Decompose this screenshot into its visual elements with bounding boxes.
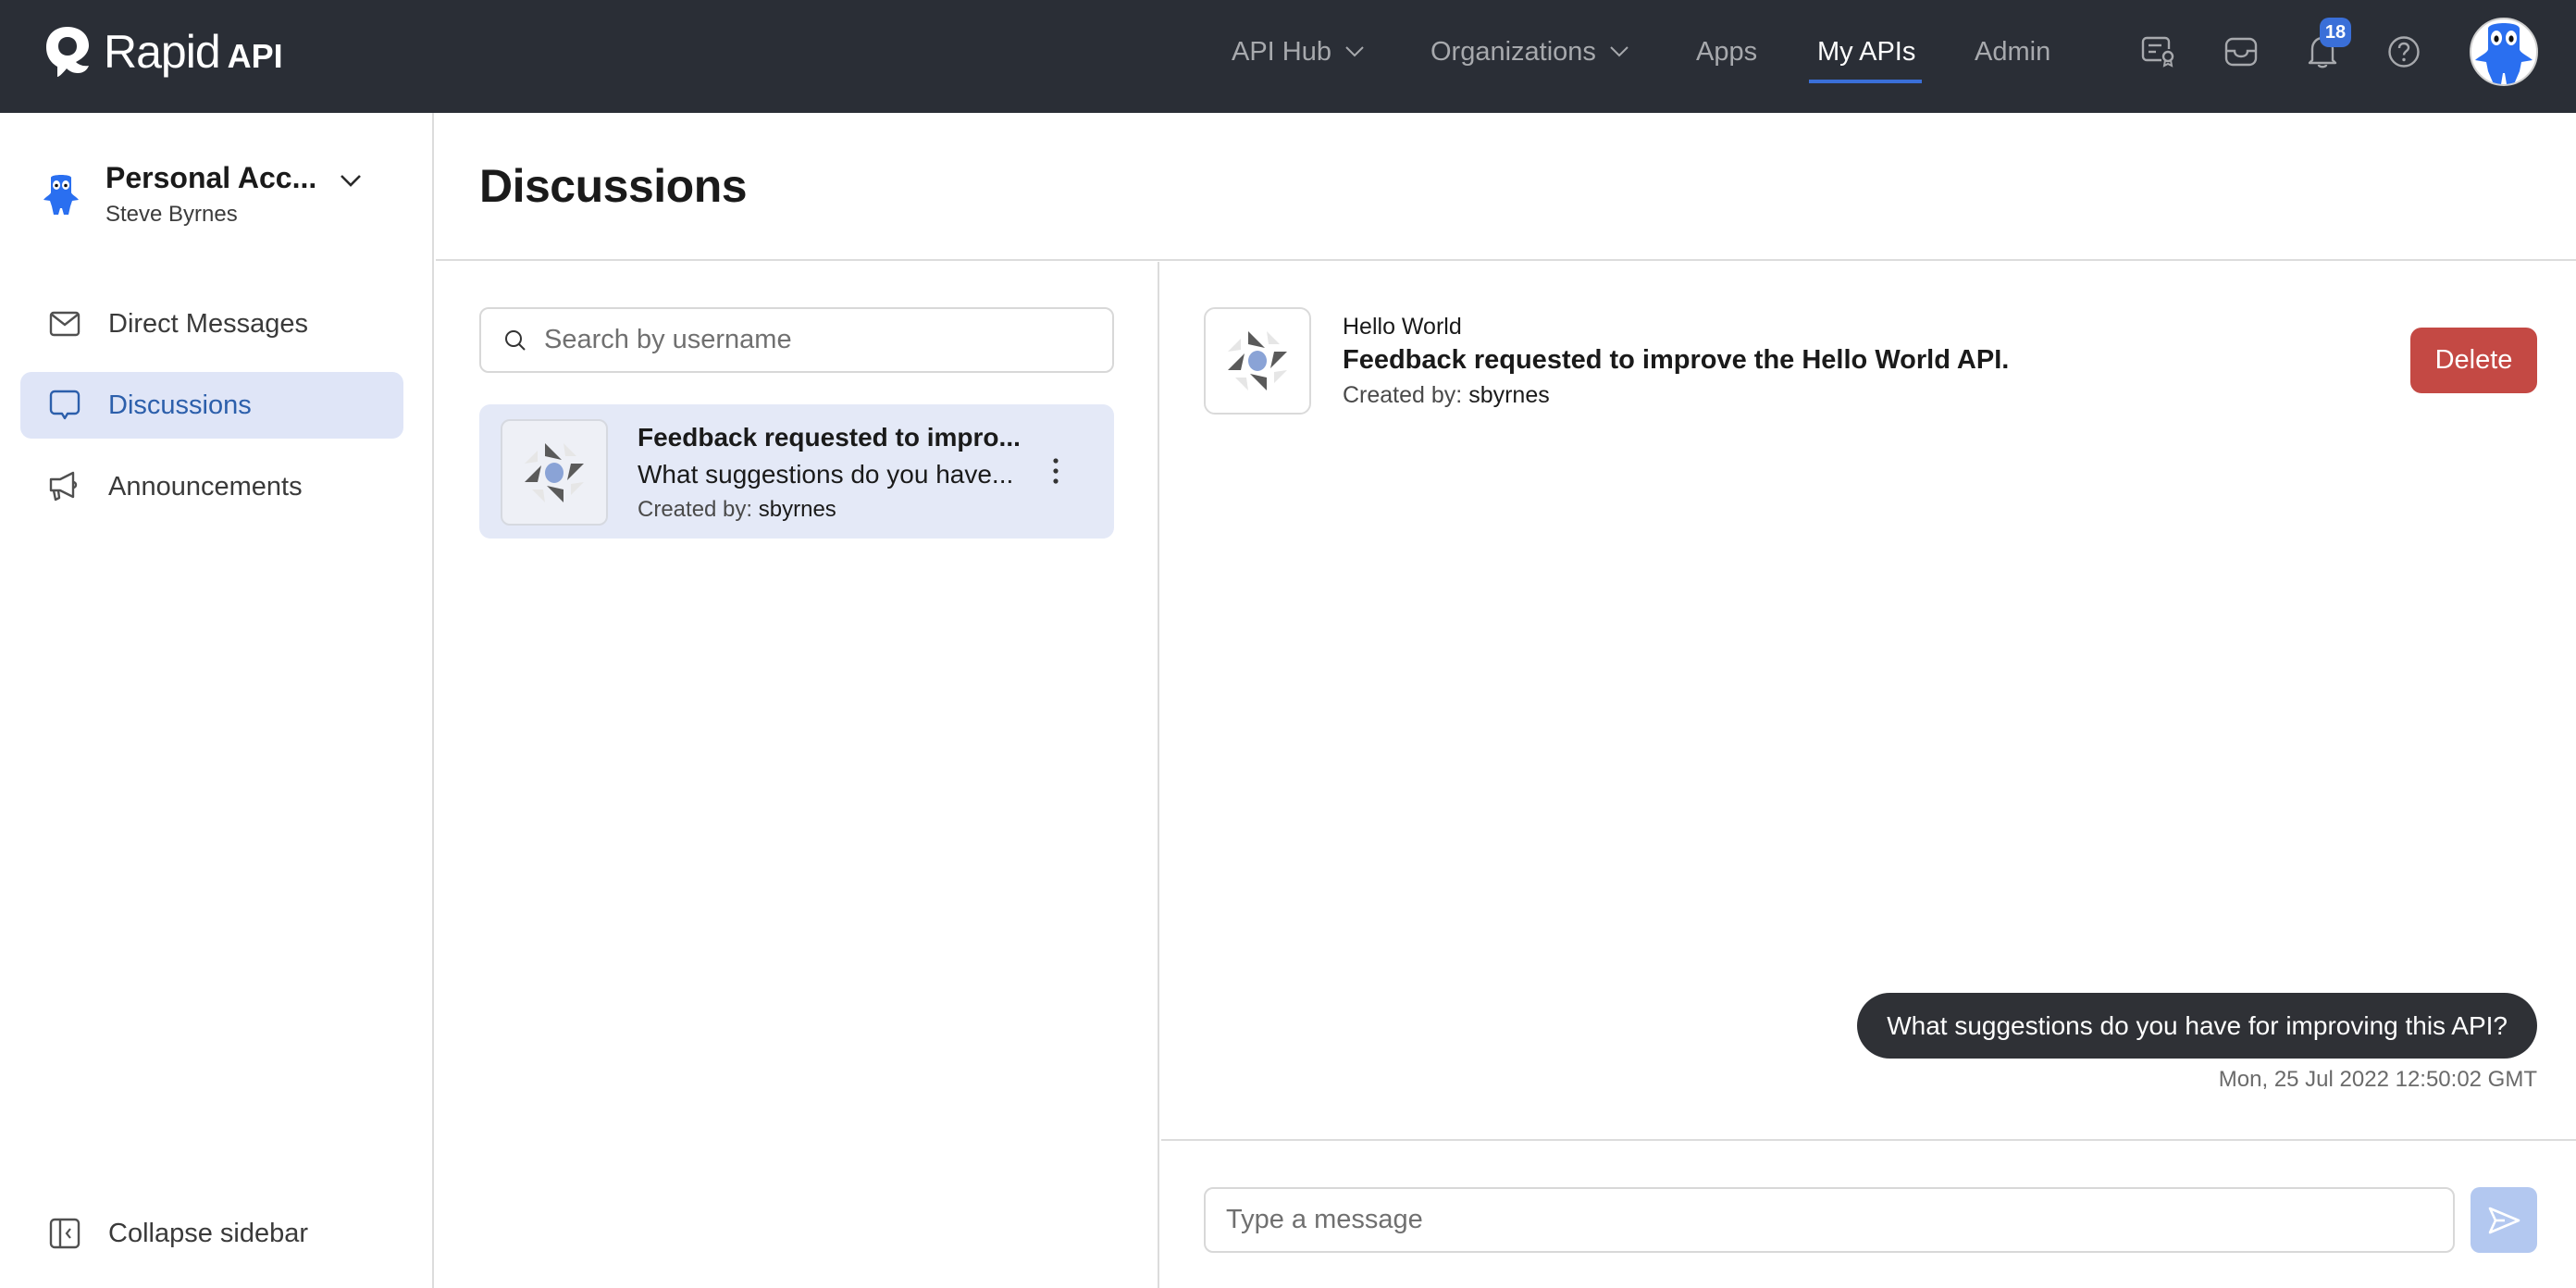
nav-my-apis[interactable]: My APIs bbox=[1817, 31, 1915, 72]
rapidapi-logo-icon bbox=[46, 27, 89, 77]
nav-api-hub-label: API Hub bbox=[1232, 36, 1331, 67]
message-composer bbox=[1161, 1139, 2576, 1288]
rapidapi-logo[interactable]: Rapid API bbox=[44, 24, 283, 80]
hello-world-api-logo-icon bbox=[525, 442, 584, 502]
chat-bubble-icon bbox=[48, 389, 81, 422]
account-user-name: Steve Byrnes bbox=[105, 202, 238, 227]
collapse-sidebar-button[interactable]: Collapse sidebar bbox=[20, 1200, 403, 1267]
help-icon bbox=[2388, 36, 2420, 68]
created-by-label: Created by: bbox=[638, 497, 753, 522]
megaphone-icon bbox=[48, 470, 81, 503]
brand-suffix: API bbox=[227, 37, 283, 75]
send-message-button[interactable] bbox=[2471, 1187, 2537, 1253]
chevron-down-icon bbox=[341, 175, 361, 187]
created-by-username: sbyrnes bbox=[1468, 382, 1550, 408]
collapse-sidebar-icon bbox=[48, 1217, 81, 1250]
discussion-preview: What suggestions do you have... bbox=[638, 460, 1014, 489]
account-mascot-icon bbox=[43, 175, 79, 215]
certificate-button[interactable] bbox=[2140, 33, 2177, 70]
message-input[interactable] bbox=[1204, 1187, 2455, 1253]
sidebar-item-label: Announcements bbox=[108, 471, 303, 502]
page-title: Discussions bbox=[479, 160, 748, 212]
inbox-icon bbox=[2224, 37, 2258, 67]
mascot-avatar-icon bbox=[2475, 23, 2533, 84]
nav-admin[interactable]: Admin bbox=[1975, 31, 2050, 72]
sidebar-item-direct-messages[interactable]: Direct Messages bbox=[20, 291, 403, 357]
nav-apps-label: Apps bbox=[1696, 36, 1758, 67]
search-input[interactable] bbox=[544, 325, 1099, 355]
brand-name: Rapid bbox=[104, 26, 221, 78]
account-name: Personal Acc... bbox=[105, 161, 317, 194]
message-bubble: What suggestions do you have for improvi… bbox=[1857, 993, 2537, 1059]
discussion-detail-title: Feedback requested to improve the Hello … bbox=[1343, 345, 2010, 375]
discussion-title: Feedback requested to impro... bbox=[638, 423, 1021, 452]
nav-organizations-label: Organizations bbox=[1430, 36, 1596, 67]
help-button[interactable] bbox=[2385, 33, 2422, 70]
notification-count-badge: 18 bbox=[2320, 18, 2351, 47]
account-switcher[interactable]: Personal Acc... Steve Byrnes bbox=[43, 157, 413, 231]
sidebar-item-label: Discussions bbox=[108, 390, 252, 420]
created-by-label: Created by: bbox=[1343, 382, 1463, 408]
discussion-list-item[interactable]: Feedback requested to impro... What sugg… bbox=[479, 404, 1114, 539]
nav-api-hub[interactable]: API Hub bbox=[1232, 31, 1365, 72]
send-icon bbox=[2488, 1207, 2520, 1233]
inbox-button[interactable] bbox=[2223, 33, 2260, 70]
top-navigation-bar: Rapid API API Hub Organizations Apps My … bbox=[0, 0, 2576, 113]
discussion-author: Created by: sbyrnes bbox=[638, 497, 836, 523]
api-logo bbox=[1204, 307, 1311, 415]
more-vertical-icon bbox=[1053, 458, 1059, 484]
nav-organizations[interactable]: Organizations bbox=[1430, 31, 1629, 72]
discussion-list-pane: Feedback requested to impro... What sugg… bbox=[436, 262, 1159, 1288]
sidebar-item-announcements[interactable]: Announcements bbox=[20, 453, 403, 520]
chevron-down-icon bbox=[1345, 46, 1364, 57]
discussion-detail-pane: Hello World Feedback requested to improv… bbox=[1161, 262, 2576, 1288]
active-nav-indicator bbox=[1809, 80, 1922, 83]
created-by-username: sbyrnes bbox=[758, 497, 836, 522]
sidebar-item-label: Direct Messages bbox=[108, 308, 308, 339]
nav-admin-label: Admin bbox=[1975, 36, 2051, 67]
sidebar: Personal Acc... Steve Byrnes Direct Mess… bbox=[0, 113, 434, 1288]
hello-world-api-logo-icon bbox=[1228, 331, 1287, 390]
user-avatar[interactable] bbox=[2470, 18, 2538, 86]
message-timestamp: Mon, 25 Jul 2022 12:50:02 GMT bbox=[2218, 1067, 2537, 1092]
mail-icon bbox=[48, 307, 81, 341]
search-box bbox=[479, 307, 1114, 373]
api-name: Hello World bbox=[1343, 314, 1462, 340]
collapse-sidebar-label: Collapse sidebar bbox=[108, 1218, 309, 1248]
nav-my-apis-label: My APIs bbox=[1817, 36, 1916, 67]
api-logo bbox=[501, 419, 608, 526]
page-header: Discussions bbox=[436, 113, 2576, 261]
chevron-down-icon bbox=[1610, 46, 1629, 57]
discussion-detail-author: Created by: sbyrnes bbox=[1343, 382, 1550, 409]
delete-discussion-button[interactable]: Delete bbox=[2410, 328, 2537, 393]
nav-apps[interactable]: Apps bbox=[1696, 31, 1757, 72]
discussion-options-button[interactable] bbox=[1042, 452, 1070, 489]
search-icon bbox=[505, 329, 526, 351]
certificate-icon bbox=[2141, 36, 2174, 68]
sidebar-item-discussions[interactable]: Discussions bbox=[20, 372, 403, 439]
